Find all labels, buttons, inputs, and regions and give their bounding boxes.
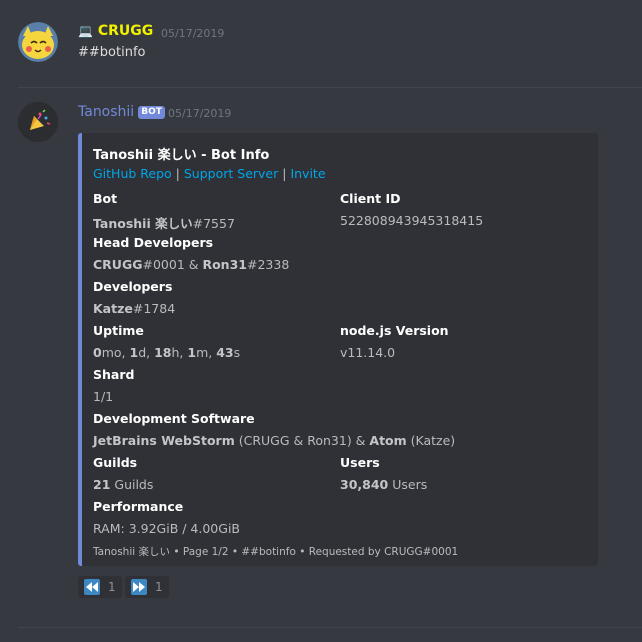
guild-unit: Guilds [110,477,154,492]
uptime-days-unit: d, [138,345,155,360]
field-dev-software-name: Development Software [93,411,255,426]
tanoshii-name[interactable]: Tanoshii [78,104,134,120]
user-unit: Users [388,477,428,492]
bot-info-embed: Tanoshii 楽しい - Bot Info GitHub Repo | Su… [78,133,598,566]
uptime-days: 1 [129,345,139,360]
crugg-name[interactable]: CRUGG [98,23,153,39]
field-bot-name: Bot [93,191,118,206]
tanoshii-timestamp: 05/17/2019 [168,107,232,120]
bot-tag-badge: BOT [138,106,165,119]
crugg-timestamp: 05/17/2019 [161,27,225,40]
software-2: Atom [369,433,407,448]
field-developers-value: Katze#1784 [93,301,175,316]
uptime-months: 0 [93,345,102,360]
link-separator: | [282,166,287,181]
reaction-fast-forward[interactable]: 1 [125,576,169,598]
field-performance-name: Performance [93,499,184,514]
embed-links: GitHub Repo | Support Server | Invite [93,166,326,181]
message-divider [18,627,642,628]
field-uptime-value: 0mo, 1d, 18h, 1m, 43s [93,345,240,360]
field-head-devs-name: Head Developers [93,235,214,250]
field-developers-name: Developers [93,279,173,294]
reaction-fast-forward-count: 1 [155,580,163,594]
invite-link[interactable]: Invite [290,166,325,181]
uptime-months-unit: mo, [101,345,130,360]
field-shard-name: Shard [93,367,135,382]
user-count: 30,840 [340,477,389,492]
guild-count: 21 [93,477,111,492]
embed-title: Tanoshii 楽しい - Bot Info [93,148,270,163]
field-users-name: Users [340,455,380,470]
uptime-seconds-unit: s [233,345,241,360]
head-dev-2: Ron31 [202,257,247,272]
software-1-rest: (CRUGG & Ron31) & [234,433,370,448]
field-guilds-value: 21 Guilds [93,477,153,492]
field-bot-value: Tanoshii 楽しい#7557 [93,213,235,232]
developer-name: Katze [93,301,133,316]
uptime-hours-unit: h, [171,345,188,360]
rewind-icon [84,579,100,595]
crugg-avatar[interactable] [18,22,58,62]
software-1: JetBrains WebStorm [93,433,235,448]
embed-footer: Tanoshii 楽しい • Page 1/2 • ##botinfo • Re… [93,546,459,558]
uptime-minutes: 1 [187,345,197,360]
developer-discriminator: #1784 [132,301,176,316]
field-client-id-value: 522808943945318415 [340,213,484,228]
bot-discriminator: #7557 [192,216,235,231]
link-separator: | [175,166,180,181]
field-client-id-name: Client ID [340,191,401,206]
field-users-value: 30,840 Users [340,477,427,492]
head-dev-1: CRUGG [93,257,143,272]
bot-name-bold: Tanoshii 楽しい [93,216,193,231]
uptime-minutes-unit: m, [196,345,217,360]
crugg-message-content: ##botinfo [78,45,146,60]
tanoshii-avatar[interactable] [18,102,58,142]
reaction-rewind[interactable]: 1 [78,576,122,598]
field-dev-software-value: JetBrains WebStorm (CRUGG & Ron31) & Ato… [93,433,455,448]
software-2-rest: (Katze) [406,433,456,448]
uptime-hours: 18 [154,345,172,360]
crugg-username[interactable]: 💻 CRUGG [78,23,153,39]
field-performance-value: RAM: 3.92GiB / 4.00GiB [93,521,240,536]
reaction-rewind-count: 1 [108,580,116,594]
fast-forward-icon [131,579,147,595]
head-dev-1-rest: #0001 & [142,257,203,272]
tanoshii-username[interactable]: Tanoshii BOT [78,104,165,120]
field-nodejs-value: v11.14.0 [340,345,396,360]
field-head-devs-value: CRUGG#0001 & Ron31#2338 [93,257,289,272]
field-uptime-name: Uptime [93,323,144,338]
uptime-seconds: 43 [216,345,234,360]
field-nodejs-name: node.js Version [340,323,449,338]
field-shard-value: 1/1 [93,389,114,404]
head-dev-2-rest: #2338 [246,257,290,272]
field-guilds-name: Guilds [93,455,138,470]
message-divider [18,87,642,88]
laptop-icon: 💻 [78,24,93,38]
github-repo-link[interactable]: GitHub Repo [93,166,172,181]
support-server-link[interactable]: Support Server [184,166,278,181]
